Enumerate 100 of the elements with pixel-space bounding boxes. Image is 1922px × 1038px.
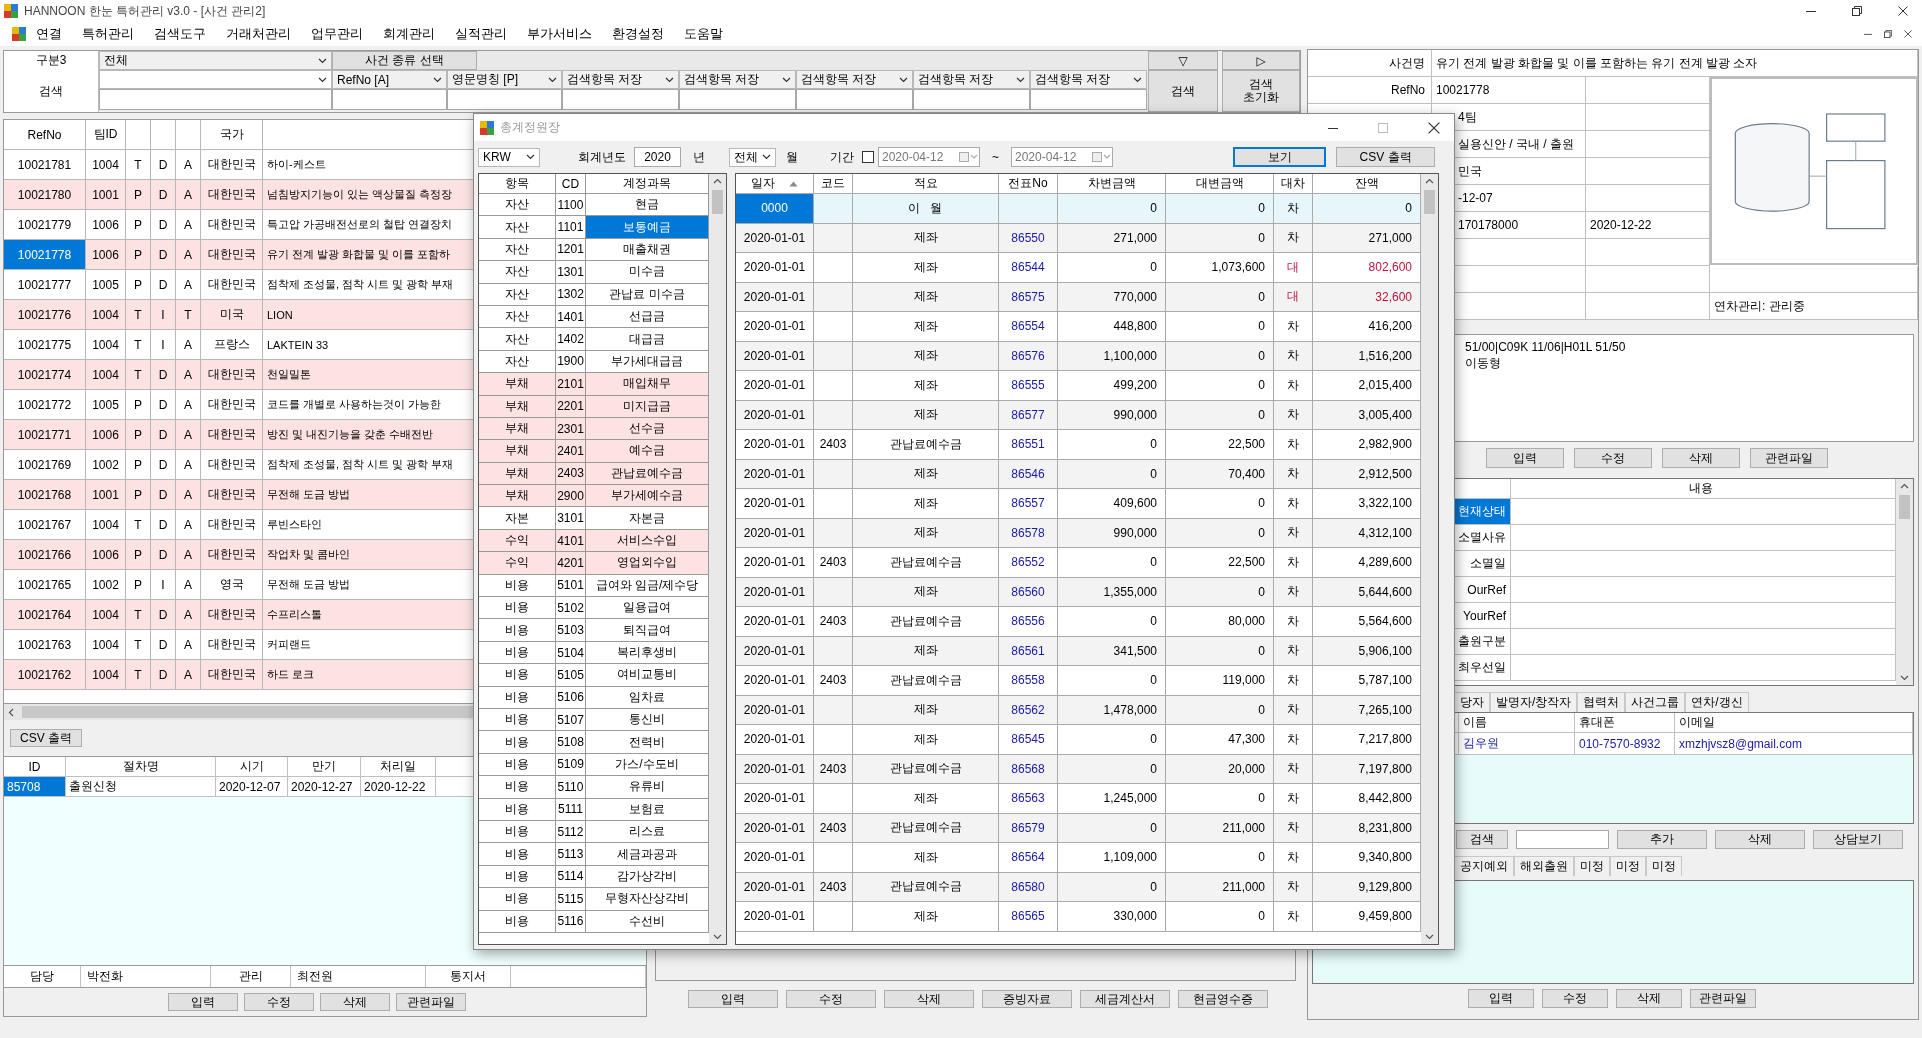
table-row[interactable]: 자산 1302 관납료 미수금 [479,283,709,306]
menu-item[interactable]: 도움말 [674,25,733,43]
column-header[interactable]: 항목 [479,174,556,194]
maximize-icon[interactable] [1378,122,1388,133]
calendar-icon[interactable] [959,152,979,162]
action-button[interactable]: 삭제 [1662,448,1740,468]
tab[interactable]: 사건그룹 [1625,692,1686,712]
table-row[interactable]: 자산 1201 매출채권 [479,238,709,262]
scrollbar[interactable] [1421,174,1438,944]
search-field[interactable] [913,89,1030,110]
table-row[interactable]: 부채 2403 관납료예수금 [479,462,709,486]
field-dropdown[interactable]: RefNo [A] [332,70,447,89]
table-row[interactable]: 비용 5109 가스/수도비 [479,753,709,777]
table-row[interactable]: 자산 1401 선급금 [479,305,709,329]
column-header[interactable]: 국가 [201,120,263,150]
tab[interactable]: 미정 [1574,856,1610,876]
search-field[interactable] [1516,829,1609,849]
table-row[interactable]: 비용 5104 복리후생비 [479,641,709,665]
search-button[interactable]: 검색 [1148,70,1218,112]
table-row[interactable]: 비용 5115 무형자산상각비 [479,888,709,911]
currency-dropdown[interactable]: KRW [478,147,540,167]
nav-button[interactable]: ▽ [1148,51,1218,70]
date-field[interactable]: 2020-04-12 [878,147,980,167]
action-button[interactable]: 삭제 [884,990,974,1008]
menu-item[interactable]: 검색도구 [144,25,216,43]
action-button[interactable]: 증빙자료 [982,990,1072,1008]
search-field[interactable] [562,89,679,110]
action-button[interactable]: 수정 [1542,988,1608,1008]
action-button[interactable]: 수정 [244,993,314,1011]
nav-button[interactable]: ▷ [1222,51,1300,70]
search-field[interactable] [1030,89,1147,110]
tab[interactable]: 협력처 [1577,692,1626,712]
action-button[interactable]: 입력 [1468,988,1534,1008]
table-row[interactable]: 비용 5114 감가상각비 [479,865,709,889]
menu-item[interactable]: 부가서비스 [517,25,602,43]
column-header[interactable]: RefNo [4,120,86,150]
table-row[interactable]: 비용 5106 임차료 [479,686,709,709]
action-button[interactable]: 입력 [168,993,238,1011]
action-button[interactable]: 추가 [1617,829,1707,849]
column-header[interactable]: 팀ID [86,120,126,150]
menu-item[interactable]: 거래처관리 [216,25,301,43]
table-row[interactable]: 부채 2301 선수금 [479,417,709,441]
table-row[interactable]: 부채 2401 예수금 [479,440,709,463]
action-button[interactable]: 삭제 [320,993,390,1011]
search-button[interactable]: 검색 [1456,829,1508,849]
menu-item[interactable]: 특허관리 [72,25,144,43]
menu-item[interactable]: 환경설정 [602,25,674,43]
restore-icon[interactable] [1852,6,1862,16]
scrollbar-thumb[interactable] [1424,190,1435,214]
field-dropdown[interactable]: 영문명칭 [P] [447,70,562,89]
action-button[interactable]: 수정 [786,990,876,1008]
tab[interactable]: 미정 [1610,856,1646,876]
table-row[interactable]: 비용 5116 수선비 [479,910,709,933]
action-button[interactable]: CSV 출력 [1336,147,1435,167]
date-field[interactable]: 2020-04-12 [1011,147,1113,167]
search-field[interactable] [447,89,562,110]
year-field[interactable]: 2020 [634,147,681,167]
table-row[interactable]: 비용 5103 퇴직급여 [479,619,709,642]
field-dropdown[interactable]: 검색항목 저장 [1030,70,1147,89]
month-dropdown[interactable]: 전체 [729,147,776,167]
close-icon[interactable] [1904,30,1912,38]
action-button[interactable]: 입력 [1486,448,1564,468]
action-button[interactable]: 삭제 [1616,988,1682,1008]
scrollbar[interactable] [1896,479,1913,685]
menu-item[interactable]: 연결 [26,25,72,43]
tab[interactable]: 해외출원 [1514,856,1574,876]
action-button[interactable]: 상담보기 [1813,829,1903,849]
period-checkbox[interactable] [862,151,874,163]
table-row[interactable]: 비용 5110 유류비 [479,776,709,799]
action-button[interactable]: 수정 [1574,448,1652,468]
search-dropdown[interactable] [99,70,332,89]
scrollbar-thumb[interactable] [712,190,723,214]
column-header[interactable]: CD [556,174,586,194]
table-row[interactable]: 자산 1301 미수금 [479,261,709,284]
calendar-icon[interactable] [1092,152,1112,162]
search-field[interactable] [796,89,913,110]
action-button[interactable]: 관련파일 [1690,988,1756,1008]
category-dropdown[interactable]: 전체 [99,51,332,70]
scrollbar[interactable] [709,174,726,944]
close-icon[interactable] [1898,6,1908,16]
table-row[interactable]: 비용 5112 리스료 [479,820,709,844]
table-row[interactable]: 비용 5108 전력비 [479,731,709,754]
table-row[interactable]: 자산 1101 보통예금 [479,216,709,239]
table-row[interactable]: 자산 1402 대급금 [479,328,709,351]
menu-item[interactable]: 회계관리 [373,25,445,43]
menu-item[interactable]: 실적관리 [445,25,517,43]
menu-item[interactable]: 업무관리 [301,25,373,43]
action-button[interactable]: 관련파일 [1750,448,1828,468]
action-button[interactable]: 관련파일 [396,993,466,1011]
table-row[interactable]: 부채 2201 미지급금 [479,395,709,418]
table-row[interactable]: 비용 5111 보험료 [479,798,709,821]
close-icon[interactable] [1428,121,1440,134]
table-row[interactable]: 비용 5107 통신비 [479,709,709,732]
action-button[interactable]: 삭제 [1715,829,1805,849]
table-row[interactable]: 비용 5105 여비교통비 [479,664,709,687]
tab[interactable]: 당자 [1454,692,1490,712]
action-button[interactable]: 보기 [1233,147,1326,167]
table-row[interactable]: 비용 5101 급여와 임금/제수당 [479,574,709,598]
table-row[interactable]: 비용 5102 일용급여 [479,597,709,620]
tab[interactable]: 연차/갱신 [1685,692,1749,712]
